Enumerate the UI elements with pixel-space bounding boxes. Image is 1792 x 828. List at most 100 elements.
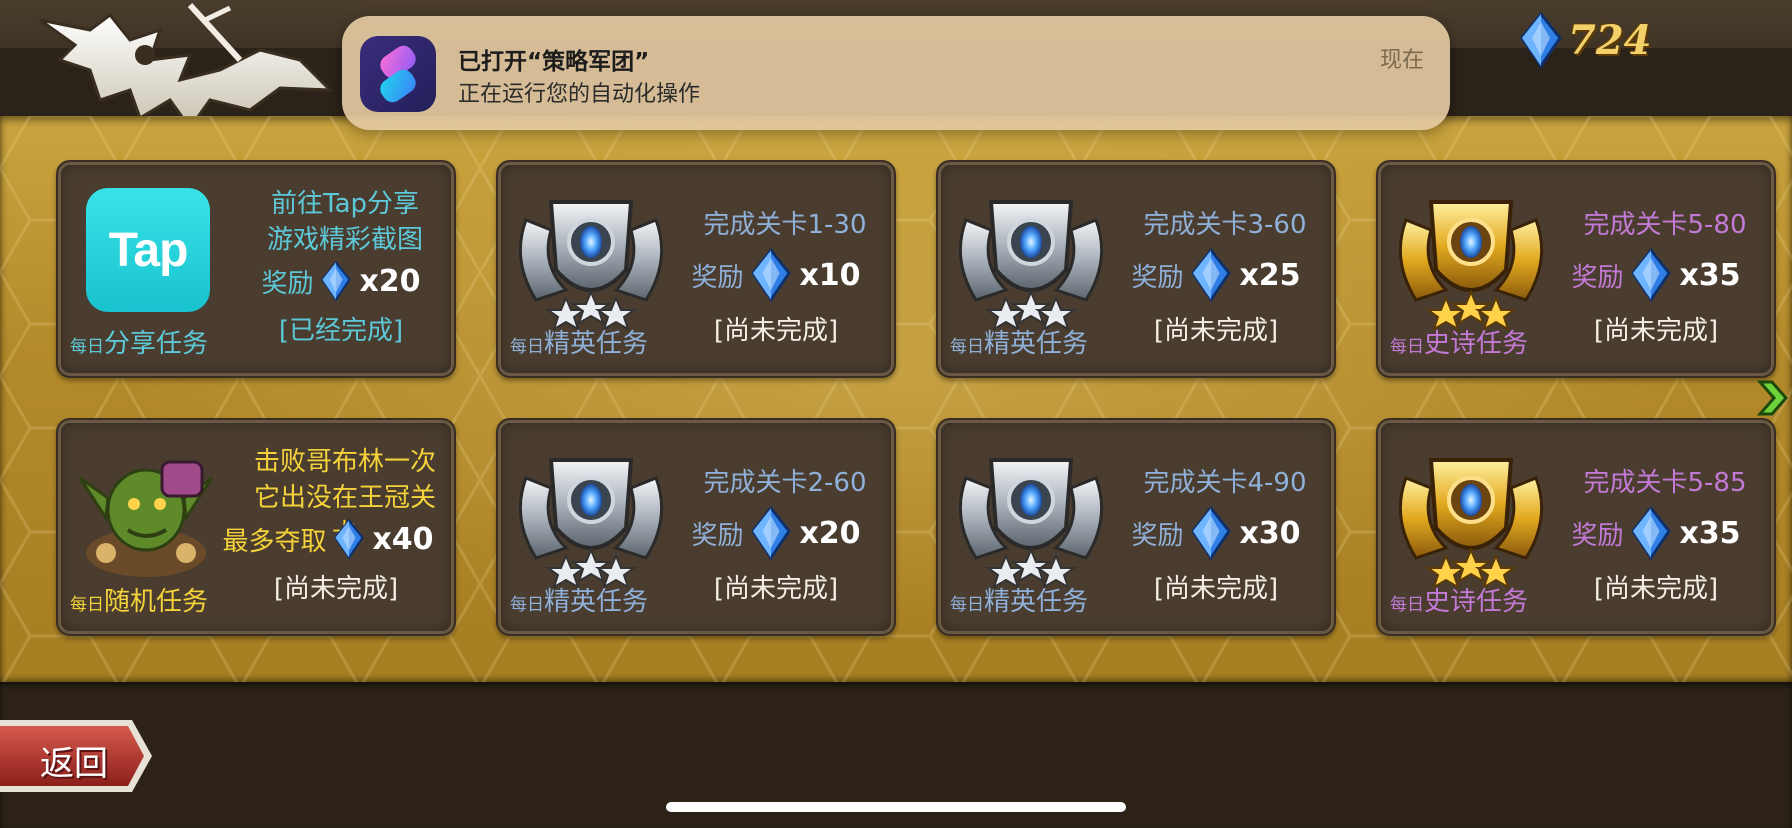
task-status: [尚未完成] xyxy=(1153,574,1279,604)
reward-row: 奖励 x30 xyxy=(1114,506,1318,560)
blue-gem-icon xyxy=(751,248,791,302)
task-caption: 每日精英任务 xyxy=(510,581,648,618)
gold-emblem-icon xyxy=(1386,180,1556,330)
reward-row: 奖励 x20 xyxy=(674,506,878,560)
reward-row: 奖励 x25 xyxy=(1114,248,1318,302)
task-status: [尚未完成] xyxy=(1593,316,1719,346)
reward-label: 奖励 xyxy=(691,262,744,293)
caption-type: 精英任务 xyxy=(984,587,1089,617)
task-description: 完成关卡5-85 xyxy=(1583,468,1747,498)
task-line: 击败哥布林一次 xyxy=(253,447,436,477)
task-description: 前往Tap分享 游戏精彩截图 xyxy=(244,186,446,258)
gold-emblem-icon xyxy=(1386,438,1556,588)
caption-type: 分享任务 xyxy=(104,329,209,359)
reward-label: 奖励 xyxy=(1571,262,1624,293)
silver-emblem-icon xyxy=(946,180,1116,330)
caption-type: 史诗任务 xyxy=(1424,329,1529,359)
notification-banner[interactable]: 已打开“策略军团” 正在运行您的自动化操作 现在 xyxy=(342,16,1450,130)
task-caption: 每日史诗任务 xyxy=(1390,581,1528,618)
task-description: 完成关卡1-30 xyxy=(703,210,867,240)
home-indicator[interactable] xyxy=(666,802,1126,812)
reward-row: 奖励 x20 xyxy=(244,254,438,308)
reward-label: 奖励 xyxy=(261,268,314,299)
reward-count: x35 xyxy=(1679,257,1741,293)
reward-count: x20 xyxy=(799,515,861,551)
caption-type: 随机任务 xyxy=(104,587,209,617)
caption-daily: 每日 xyxy=(1390,337,1424,357)
caption-daily: 每日 xyxy=(950,595,984,615)
notification-title: 已打开“策略军团” xyxy=(458,49,650,75)
task-card-elite-2[interactable]: 完成关卡3-60 奖励 x25 [尚未完成] 每日精英任务 xyxy=(936,160,1336,378)
tap-app-icon: Tap xyxy=(86,188,210,312)
caption-type: 精英任务 xyxy=(544,329,649,359)
task-card-epic-1[interactable]: 完成关卡5-80 奖励 x35 [尚未完成] 每日史诗任务 xyxy=(1376,160,1776,378)
task-card-elite-1[interactable]: 完成关卡1-30 奖励 x10 [尚未完成] 每日精英任务 xyxy=(496,160,896,378)
reward-row: 奖励 x35 xyxy=(1554,506,1758,560)
silver-emblem-icon xyxy=(946,438,1116,588)
task-caption: 每日精英任务 xyxy=(510,323,648,360)
caption-daily: 每日 xyxy=(70,337,104,357)
task-caption: 每日精英任务 xyxy=(950,581,1088,618)
caption-daily: 每日 xyxy=(950,337,984,357)
notification-body: 正在运行您的自动化操作 xyxy=(458,82,701,107)
task-caption: 每日史诗任务 xyxy=(1390,323,1528,360)
gem-counter: 724 xyxy=(1520,12,1652,68)
task-status: [尚未完成] xyxy=(713,574,839,604)
task-status: [尚未完成] xyxy=(1593,574,1719,604)
task-line: 前往Tap分享 xyxy=(270,189,419,219)
task-caption: 每日随机任务 xyxy=(70,581,208,618)
task-line: 游戏精彩截图 xyxy=(266,225,423,255)
tap-logo-text: Tap xyxy=(108,223,189,277)
caption-type: 史诗任务 xyxy=(1424,587,1529,617)
goblin-icon xyxy=(78,460,214,577)
task-description: 完成关卡3-60 xyxy=(1143,210,1307,240)
task-status: [已经完成] xyxy=(278,316,404,346)
silver-emblem-icon xyxy=(506,180,676,330)
caption-daily: 每日 xyxy=(510,595,544,615)
task-description: 完成关卡4-90 xyxy=(1143,468,1307,498)
task-description: 完成关卡5-80 xyxy=(1583,210,1747,240)
reward-label: 奖励 xyxy=(1571,520,1624,551)
blue-gem-icon xyxy=(1631,248,1671,302)
reward-label: 奖励 xyxy=(1131,262,1184,293)
green-chevron-right-icon[interactable] xyxy=(1756,378,1788,418)
task-card-epic-2[interactable]: 完成关卡5-85 奖励 x35 [尚未完成] 每日史诗任务 xyxy=(1376,418,1776,636)
caption-type: 精英任务 xyxy=(984,329,1089,359)
reward-count: x20 xyxy=(359,263,421,299)
blue-gem-icon xyxy=(751,506,791,560)
blue-gem-icon xyxy=(1631,506,1671,560)
task-caption: 每日分享任务 xyxy=(70,323,208,360)
blue-gem-icon xyxy=(321,261,351,301)
reward-row: 奖励 x10 xyxy=(674,248,878,302)
caption-daily: 每日 xyxy=(1390,595,1424,615)
reward-count: x25 xyxy=(1239,257,1301,293)
caption-daily: 每日 xyxy=(510,337,544,357)
caption-type: 精英任务 xyxy=(544,587,649,617)
reward-count: x40 xyxy=(372,521,434,557)
reward-count: x30 xyxy=(1239,515,1301,551)
reward-count: x35 xyxy=(1679,515,1741,551)
task-card-elite-4[interactable]: 完成关卡4-90 奖励 x30 [尚未完成] 每日精英任务 xyxy=(936,418,1336,636)
reward-row: 最多夺取 x40 xyxy=(218,512,438,566)
task-description: 完成关卡2-60 xyxy=(703,468,867,498)
notification-time: 现在 xyxy=(1379,48,1424,73)
blue-gem-icon xyxy=(334,519,364,559)
back-button-label: 返回 xyxy=(40,744,108,784)
task-card-share[interactable]: Tap 前往Tap分享 游戏精彩截图 奖励 x20 [已经完成] 每日分享任务 xyxy=(56,160,456,378)
task-card-elite-3[interactable]: 完成关卡2-60 奖励 x20 [尚未完成] 每日精英任务 xyxy=(496,418,896,636)
blue-gem-icon xyxy=(1191,248,1231,302)
gem-count: 724 xyxy=(1568,16,1652,64)
reward-label: 奖励 xyxy=(1131,520,1184,551)
blue-gem-icon xyxy=(1520,12,1562,68)
task-caption: 每日精英任务 xyxy=(950,323,1088,360)
reward-label: 奖励 xyxy=(691,520,744,551)
reward-row: 奖励 x35 xyxy=(1554,248,1758,302)
shortcuts-app-icon xyxy=(360,36,436,112)
task-status: [尚未完成] xyxy=(713,316,839,346)
task-status: [尚未完成] xyxy=(1153,316,1279,346)
reward-count: x10 xyxy=(799,257,861,293)
reward-label: 最多夺取 xyxy=(222,526,327,557)
caption-daily: 每日 xyxy=(70,595,104,615)
blue-gem-icon xyxy=(1191,506,1231,560)
task-card-random[interactable]: 击败哥布林一次 它出没在王冠关卡 最多夺取 x40 [尚未完成] 每日随机任务 xyxy=(56,418,456,636)
